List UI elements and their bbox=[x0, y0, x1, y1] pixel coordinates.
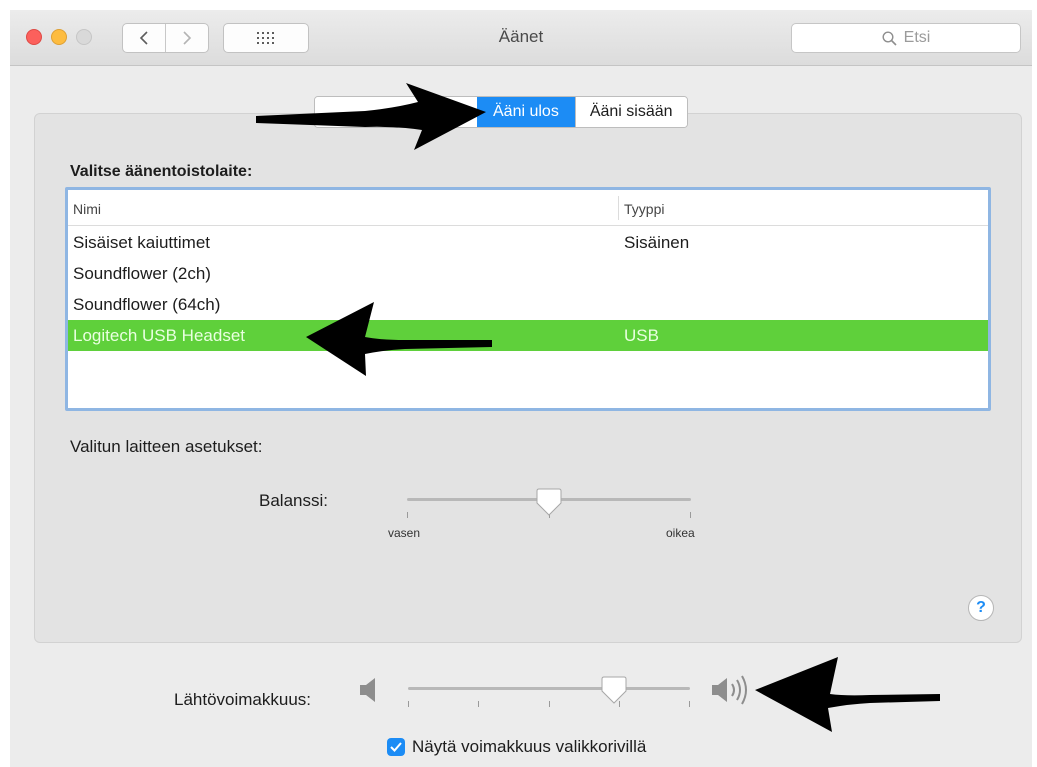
volume-slider-knob[interactable] bbox=[601, 676, 627, 706]
balance-slider-knob[interactable] bbox=[536, 488, 562, 518]
search-placeholder: Etsi bbox=[903, 29, 931, 46]
output-device-table[interactable]: Nimi Tyyppi Sisäiset kaiuttimet Sisäinen… bbox=[65, 187, 991, 411]
device-type: Sisäinen bbox=[624, 233, 690, 252]
speaker-low-icon bbox=[360, 678, 375, 702]
balance-left-label: vasen bbox=[388, 526, 421, 540]
search-field[interactable]: Etsi bbox=[791, 23, 1021, 53]
arrow-to-volume-icon bbox=[755, 657, 940, 732]
table-row[interactable]: Sisäiset kaiuttimet Sisäinen bbox=[68, 227, 988, 258]
tick-mark bbox=[407, 512, 408, 518]
search-icon bbox=[882, 30, 897, 46]
device-name: Logitech USB Headset bbox=[73, 326, 245, 345]
tab-bar: Ääni ulos Ääni sisään bbox=[314, 96, 688, 128]
tick-mark bbox=[408, 701, 409, 707]
show-volume-in-menubar-label[interactable]: Näytä voimakkuus valikkorivillä bbox=[412, 737, 646, 757]
device-settings-heading: Valitun laitteen asetukset: bbox=[70, 437, 263, 456]
volume-slider-track[interactable] bbox=[408, 687, 690, 690]
device-list-heading: Valitse äänentoistolaite: bbox=[70, 163, 253, 180]
column-header-type[interactable]: Tyyppi bbox=[624, 201, 664, 217]
checkmark-icon bbox=[390, 742, 402, 752]
speaker-high-icon bbox=[712, 675, 747, 705]
show-volume-in-menubar-checkbox[interactable] bbox=[387, 738, 405, 756]
tick-mark bbox=[549, 701, 550, 707]
table-header: Nimi Tyyppi bbox=[68, 190, 988, 226]
tab-input[interactable]: Ääni sisään bbox=[574, 97, 687, 127]
output-volume-label: Lähtövoimakkuus: bbox=[174, 690, 312, 709]
help-button[interactable]: ? bbox=[968, 595, 994, 621]
sound-preferences-window: Äänet Etsi Ääni ulos Ääni sisään Valitse… bbox=[10, 10, 1032, 767]
tick-mark bbox=[689, 701, 690, 707]
column-header-name[interactable]: Nimi bbox=[73, 201, 101, 217]
table-row[interactable]: Soundflower (2ch) bbox=[68, 258, 988, 289]
table-row[interactable]: Soundflower (64ch) bbox=[68, 289, 988, 320]
device-name: Soundflower (2ch) bbox=[73, 264, 211, 283]
table-row-selected[interactable]: Logitech USB Headset USB bbox=[68, 320, 988, 351]
tick-mark bbox=[478, 701, 479, 707]
title-bar: Äänet Etsi bbox=[10, 10, 1032, 66]
tab-output[interactable]: Ääni ulos bbox=[477, 97, 575, 127]
device-name: Soundflower (64ch) bbox=[73, 295, 221, 314]
tick-mark bbox=[690, 512, 691, 518]
balance-label: Balanssi: bbox=[259, 491, 328, 510]
balance-right-label: oikea bbox=[666, 526, 695, 540]
device-type: USB bbox=[624, 326, 659, 345]
column-separator bbox=[618, 196, 619, 220]
tab-sound-effects[interactable] bbox=[315, 97, 477, 127]
device-name: Sisäiset kaiuttimet bbox=[73, 233, 210, 252]
